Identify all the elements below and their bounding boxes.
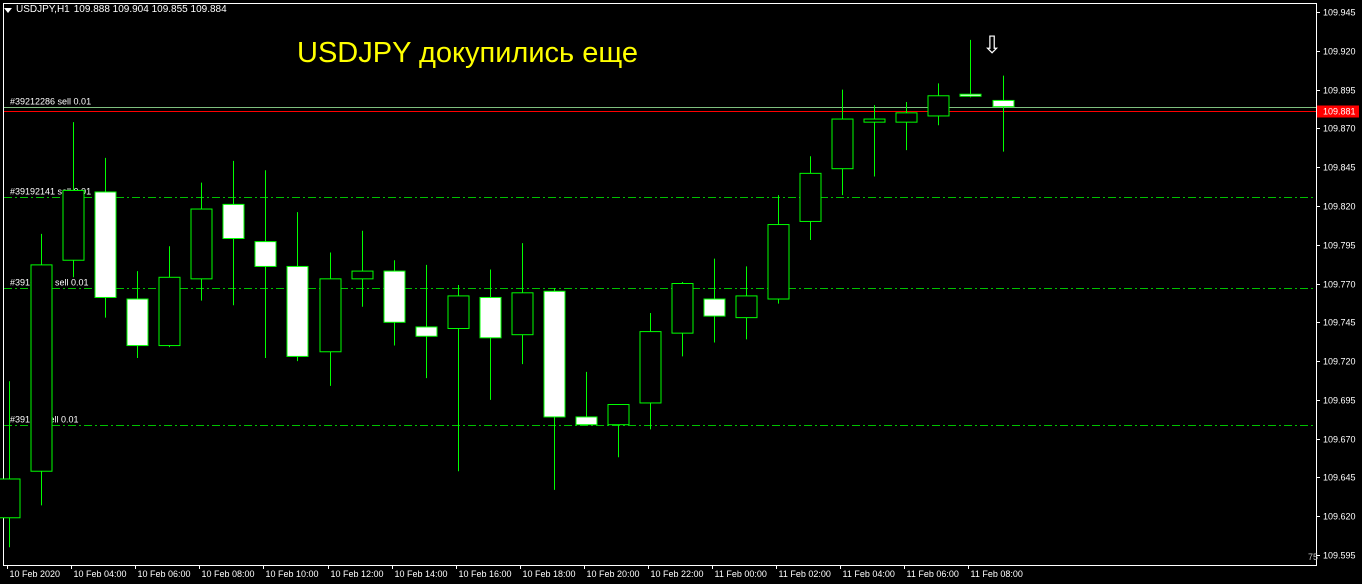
chart-frame bbox=[3, 3, 1317, 566]
x-tick-label-1: 10 Feb 04:00 bbox=[74, 569, 127, 579]
candle-body-22 bbox=[703, 298, 726, 317]
y-tick-label-7: 109.770 bbox=[1323, 280, 1356, 290]
candle-body-11 bbox=[351, 270, 374, 280]
down-arrow-icon[interactable]: ⇩ bbox=[982, 34, 1002, 58]
candle-body-2 bbox=[62, 189, 85, 261]
x-tick-label-8: 10 Feb 18:00 bbox=[523, 569, 576, 579]
x-tick-label-12: 11 Feb 02:00 bbox=[779, 569, 831, 579]
y-tick-label-3: 109.870 bbox=[1323, 124, 1356, 134]
y-tick-label-0: 109.945 bbox=[1323, 8, 1356, 18]
order-label-0: #39212286 sell 0.01 bbox=[10, 97, 91, 107]
y-tick-label-14: 109.595 bbox=[1323, 551, 1356, 561]
y-tick-label-8: 109.745 bbox=[1323, 318, 1356, 328]
triangle-down-icon[interactable] bbox=[4, 7, 12, 13]
candle-body-7 bbox=[222, 203, 245, 240]
x-tick-label-6: 10 Feb 14:00 bbox=[395, 569, 448, 579]
symbol-label: USDJPY,H1 bbox=[16, 4, 70, 15]
y-tick-label-1: 109.920 bbox=[1323, 47, 1356, 57]
ohlc-values: 109.888 109.904 109.855 109.884 bbox=[73, 4, 227, 15]
x-tick-label-14: 11 Feb 06:00 bbox=[907, 569, 959, 579]
x-tick-label-13: 11 Feb 04:00 bbox=[843, 569, 895, 579]
x-tick-label-0: 10 Feb 2020 bbox=[10, 569, 61, 579]
y-tick-label-11: 109.670 bbox=[1323, 435, 1356, 445]
candle-body-23 bbox=[735, 295, 758, 319]
y-tick-label-2: 109.895 bbox=[1323, 86, 1356, 96]
y-tick-label-4: 109.845 bbox=[1323, 163, 1356, 173]
x-tick-label-15: 11 Feb 08:00 bbox=[971, 569, 1023, 579]
candle-body-18 bbox=[575, 416, 598, 426]
y-tick-label-13: 109.620 bbox=[1323, 512, 1356, 522]
candle-body-1 bbox=[30, 264, 53, 472]
x-tick-label-7: 10 Feb 16:00 bbox=[459, 569, 512, 579]
x-tick-label-9: 10 Feb 20:00 bbox=[587, 569, 640, 579]
candle-body-30 bbox=[959, 93, 982, 97]
candle-body-15 bbox=[479, 296, 502, 339]
y-tick-label-5: 109.820 bbox=[1323, 202, 1356, 212]
x-tick-label-4: 10 Feb 10:00 bbox=[266, 569, 319, 579]
candle-body-24 bbox=[767, 224, 790, 300]
candle-body-10 bbox=[319, 278, 342, 353]
candle-body-25 bbox=[799, 172, 822, 222]
candle-body-6 bbox=[190, 208, 213, 280]
candle-body-20 bbox=[639, 331, 662, 404]
candle-body-5 bbox=[158, 276, 181, 347]
chart-area[interactable]: #39212286 sell 0.01 #39192141 sell 0.01 #3… bbox=[0, 0, 1362, 584]
candle-body-28 bbox=[895, 112, 918, 123]
x-tick-label-11: 11 Feb 00:00 bbox=[715, 569, 767, 579]
chart-annotation-text[interactable]: USDJPY докупились еще bbox=[297, 37, 638, 70]
candle-body-21 bbox=[671, 283, 694, 334]
y-tick-label-6: 109.795 bbox=[1323, 241, 1356, 251]
x-tick-label-2: 10 Feb 06:00 bbox=[138, 569, 191, 579]
candle-body-3 bbox=[94, 191, 117, 298]
candle-body-29 bbox=[927, 95, 950, 117]
symbol-header[interactable]: USDJPY,H1 109.888 109.904 109.855 109.88… bbox=[4, 3, 227, 17]
candle-body-19 bbox=[607, 404, 630, 426]
x-tick-label-10: 10 Feb 22:00 bbox=[651, 569, 704, 579]
scale-indicator: 75 bbox=[1307, 552, 1318, 562]
candle-body-13 bbox=[415, 326, 438, 337]
candle-body-16 bbox=[511, 292, 534, 336]
candle-body-27 bbox=[863, 118, 886, 123]
candle-body-0 bbox=[0, 478, 21, 519]
x-tick-label-3: 10 Feb 08:00 bbox=[202, 569, 255, 579]
candlestick-chart[interactable]: #39212286 sell 0.01#39192141 sell 0.01#3… bbox=[0, 0, 1362, 584]
candle-body-31 bbox=[992, 99, 1015, 108]
bid-price-label: 109.881 bbox=[1323, 107, 1356, 117]
y-tick-label-9: 109.720 bbox=[1323, 357, 1356, 367]
y-tick-label-12: 109.645 bbox=[1323, 473, 1356, 483]
candle-body-12 bbox=[383, 270, 406, 323]
x-tick-label-5: 10 Feb 12:00 bbox=[331, 569, 384, 579]
candle-body-4 bbox=[126, 298, 149, 347]
candle-body-26 bbox=[831, 118, 854, 170]
y-tick-label-10: 109.695 bbox=[1323, 396, 1356, 406]
candle-body-9 bbox=[286, 265, 309, 357]
candle-body-14 bbox=[447, 295, 470, 329]
candle-body-8 bbox=[254, 241, 277, 267]
candle-body-17 bbox=[543, 290, 566, 418]
